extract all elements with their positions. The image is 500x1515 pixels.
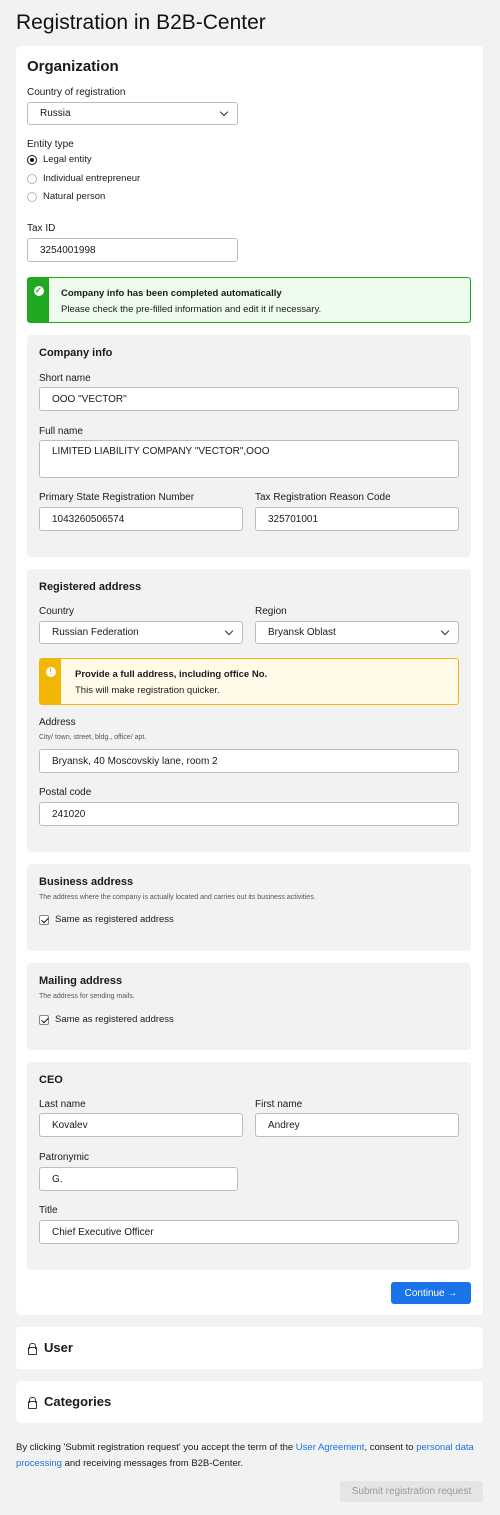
patronymic-label: Patronymic [39, 1152, 90, 1163]
full-name-textarea[interactable]: LIMITED LIABILITY COMPANY "VECTOR",OOO [39, 440, 459, 478]
tax-id-input[interactable]: 3254001998 [27, 238, 238, 262]
radio-legal-entity[interactable]: Legal entity [27, 154, 92, 165]
warning-message: This will make registration quicker. [75, 685, 220, 697]
consent-text: By clicking 'Submit registration request… [16, 1440, 484, 1471]
short-name-input[interactable]: OOO "VECTOR" [39, 387, 459, 411]
address-label: Address [39, 717, 76, 728]
trrc-label: Tax Registration Reason Code [255, 492, 391, 503]
registered-address-heading: Registered address [39, 581, 142, 593]
first-name-input[interactable]: Andrey [255, 1113, 459, 1137]
page-title: Registration in B2B-Center [16, 11, 266, 34]
user-agreement-link[interactable]: User Agreement [296, 1442, 365, 1453]
mailing-address-hint: The address for sending mails. [39, 993, 135, 1000]
user-section[interactable] [16, 1327, 483, 1369]
checkbox-label: Same as registered address [55, 1014, 174, 1025]
region-select[interactable]: Bryansk Oblast [255, 621, 459, 644]
country-of-registration-label: Country of registration [27, 87, 126, 98]
check-circle-icon: ✓ [33, 286, 44, 296]
country-of-registration-value: Russia [40, 108, 71, 119]
organization-heading: Organization [27, 58, 119, 75]
radio-unselected-icon [27, 173, 37, 184]
chevron-down-icon [440, 626, 450, 636]
country-select[interactable]: Russian Federation [39, 621, 243, 644]
chevron-down-icon [224, 626, 234, 636]
lock-icon [28, 1396, 37, 1409]
radio-natural-person[interactable]: Natural person [27, 191, 105, 202]
success-alert-title: Company info has been completed automati… [61, 288, 282, 299]
title-label: Title [39, 1205, 58, 1216]
categories-section-title: Categories [28, 1394, 111, 1409]
title-input[interactable]: Chief Executive Officer [39, 1220, 459, 1244]
last-name-input[interactable]: Kovalev [39, 1113, 243, 1137]
psrn-label: Primary State Registration Number [39, 492, 195, 503]
consent-text-part-1: By clicking 'Submit registration request… [16, 1442, 296, 1453]
radio-selected-icon [27, 154, 37, 165]
business-same-as-registered-checkbox[interactable]: Same as registered address [39, 914, 174, 925]
last-name-label: Last name [39, 1099, 86, 1110]
user-section-label: User [44, 1340, 73, 1355]
trrc-input[interactable]: 325701001 [255, 507, 459, 531]
short-name-label: Short name [39, 373, 91, 384]
checkbox-label: Same as registered address [55, 914, 174, 925]
mailing-address-heading: Mailing address [39, 975, 123, 987]
address-input[interactable]: Bryansk, 40 Moscovskiy lane, room 2 [39, 749, 459, 773]
radio-label: Natural person [43, 191, 106, 202]
consent-text-part-2: , consent to [364, 1442, 417, 1453]
chevron-down-icon [219, 107, 229, 117]
radio-label: Individual entrepreneur [43, 173, 141, 184]
categories-section-label: Categories [44, 1394, 112, 1409]
postal-code-label: Postal code [39, 787, 92, 798]
radio-unselected-icon [27, 191, 37, 202]
radio-individual-entrepreneur[interactable]: Individual entrepreneur [27, 173, 140, 184]
checkbox-checked-icon [39, 914, 49, 925]
ceo-heading: CEO [39, 1074, 63, 1086]
user-section-title: User [28, 1340, 73, 1355]
warning-icon: ! [45, 667, 56, 677]
mailing-same-as-registered-checkbox[interactable]: Same as registered address [39, 1014, 174, 1025]
patronymic-input[interactable]: G. [39, 1167, 238, 1191]
tax-id-label: Tax ID [27, 223, 56, 234]
success-alert-message: Please check the pre-filled information … [61, 304, 322, 316]
business-address-heading: Business address [39, 876, 134, 888]
country-value: Russian Federation [52, 627, 139, 638]
address-hint: City/ town, street, bldg., office/ apt. [39, 734, 147, 741]
country-of-registration-select[interactable]: Russia [27, 102, 238, 125]
country-label: Country [39, 606, 75, 617]
lock-icon [28, 1342, 37, 1355]
radio-label: Legal entity [43, 154, 92, 165]
psrn-input[interactable]: 1043260506574 [39, 507, 243, 531]
consent-text-part-3: and receiving messages from B2B-Center. [61, 1457, 244, 1469]
region-value: Bryansk Oblast [268, 627, 336, 638]
autofill-success-alert: ✓ Company info has been completed automa… [27, 277, 471, 323]
continue-button[interactable]: Continue → [391, 1282, 471, 1304]
checkbox-checked-icon [39, 1014, 49, 1025]
full-address-warning: ! Provide a full address, including offi… [39, 658, 459, 705]
postal-code-input[interactable]: 241020 [39, 802, 459, 826]
full-name-label: Full name [39, 426, 83, 437]
submit-registration-button[interactable]: Submit registration request [340, 1481, 483, 1502]
warning-title: Provide a full address, including office… [75, 669, 268, 680]
entity-type-label: Entity type [27, 139, 74, 150]
company-info-heading: Company info [39, 347, 113, 359]
business-address-hint: The address where the company is actuall… [39, 894, 316, 901]
first-name-label: First name [255, 1099, 303, 1110]
region-label: Region [255, 606, 287, 617]
